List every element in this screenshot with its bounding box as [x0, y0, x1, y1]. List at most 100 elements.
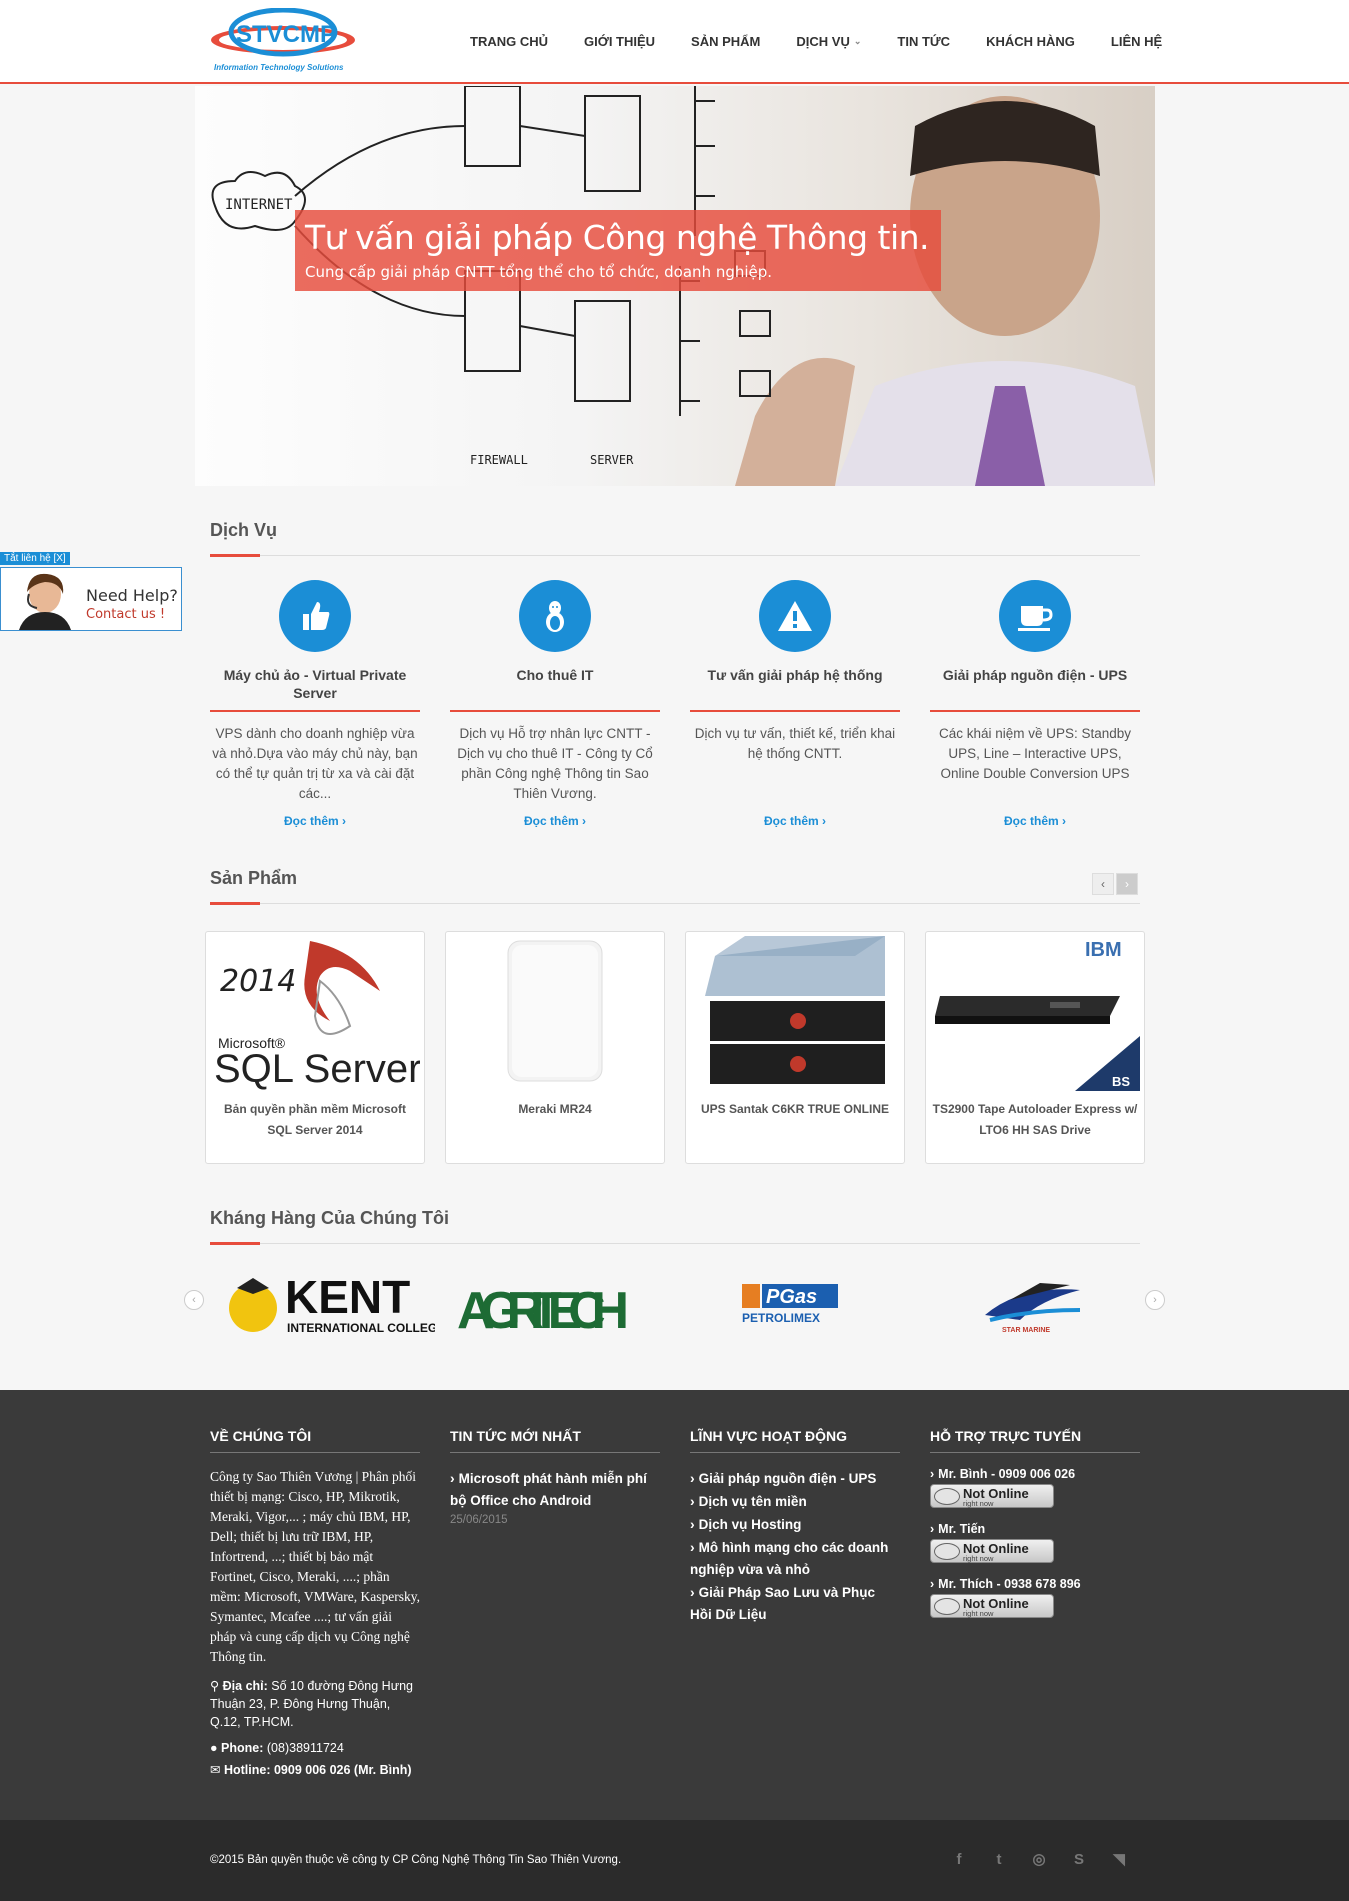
read-more-link[interactable]: Đọc thêm › [450, 814, 660, 828]
footer-fields-list: Giải pháp nguồn điện - UPS Dịch vụ tên m… [690, 1467, 900, 1626]
customer-logo-pgas[interactable]: PGas PETROLIMEX [740, 1280, 840, 1330]
customers-title: Kháng Hàng Của Chúng Tôi [210, 1208, 449, 1228]
customer-logo-kent[interactable]: KENT INTERNATIONAL COLLEGE [225, 1270, 445, 1338]
nav-services[interactable]: DỊCH VỤ ⌄ [778, 30, 879, 53]
nav-about[interactable]: GIỚI THIỆU [566, 30, 673, 53]
products-carousel-nav: ‹ › [1092, 873, 1138, 895]
chevron-left-icon[interactable]: ‹ [1092, 873, 1114, 895]
product-name[interactable]: TS2900 Tape Autoloader Express w/ LTO6 H… [926, 1091, 1144, 1141]
read-more-link[interactable]: Đọc thêm › [930, 814, 1140, 828]
customer-logo-agritech[interactable]: AGRITECH [455, 1270, 635, 1340]
support-status-button[interactable]: Not Online right now [930, 1484, 1054, 1508]
nav-news[interactable]: TIN TỨC [879, 30, 968, 53]
svg-text:INTERNATIONAL COLLEGE: INTERNATIONAL COLLEGE [287, 1321, 435, 1335]
svg-text:STVCMP: STVCMP [236, 21, 336, 48]
svg-text:2014: 2014 [220, 964, 296, 999]
news-date: 25/06/2015 [450, 1514, 508, 1526]
product-name[interactable]: UPS Santak C6KR TRUE ONLINE [686, 1091, 904, 1120]
svg-text:PGas: PGas [766, 1286, 817, 1308]
product-name[interactable]: Meraki MR24 [446, 1091, 664, 1120]
status-subtext: right now [963, 1609, 994, 1618]
news-link[interactable]: Microsoft phát hành miễn phí bộ Office c… [450, 1467, 660, 1512]
service-description: VPS dành cho doanh nghiệp vừa và nhỏ.Dựa… [212, 726, 418, 801]
hero-slider[interactable]: INTERNET FIREWALL SERVER Tư vấn giải phá… [195, 86, 1155, 486]
field-link[interactable]: Giải pháp nguồn điện - UPS [690, 1467, 900, 1490]
service-name[interactable]: Tư vấn giải pháp hệ thống [690, 666, 900, 704]
chevron-down-icon: ⌄ [853, 36, 862, 46]
support-status-button[interactable]: Not Online right now [930, 1539, 1054, 1563]
footer-fields-title: LĨNH VỰC HOẠT ĐỘNG [690, 1428, 900, 1453]
support-agent-icon [19, 573, 71, 630]
customer-logo-star-marine[interactable]: STAR MARINE [980, 1275, 1090, 1335]
products-title: Sản Phẩm [210, 868, 298, 888]
copyright-bar: ©2015 Bản quyền thuộc về công ty CP Công… [0, 1820, 1349, 1901]
need-help-banner[interactable]: Need Help? Contact us ! [0, 567, 182, 631]
support-status-button[interactable]: Not Online right now [930, 1594, 1054, 1618]
product-card[interactable]: UPS Santak C6KR TRUE ONLINE [685, 931, 905, 1164]
sketch-label-server: SERVER [590, 453, 634, 467]
twitter-icon[interactable]: t [990, 1850, 1008, 1868]
social-links: f t ◎ S ◥ [950, 1850, 1128, 1869]
field-link[interactable]: Giải Pháp Sao Lưu và Phục Hồi Dữ Liệu [690, 1581, 900, 1626]
coffee-icon[interactable] [999, 580, 1071, 652]
support-person: Mr. Tiến [930, 1522, 1140, 1536]
nav-customers[interactable]: KHÁCH HÀNG [968, 30, 1093, 53]
map-marker-icon: ⚲ [210, 1679, 220, 1693]
service-underline [450, 710, 660, 712]
status-subtext: right now [963, 1554, 994, 1563]
chevron-left-icon[interactable]: ‹ [184, 1290, 204, 1310]
footer-news-list: Microsoft phát hành miễn phí bộ Office c… [450, 1467, 660, 1512]
service-card: Máy chủ ảo - Virtual Private Server VPS … [210, 580, 420, 828]
service-name[interactable]: Giải pháp nguồn điện - UPS [930, 666, 1140, 704]
facebook-icon[interactable]: f [950, 1850, 968, 1868]
footer-address: ⚲ Địa chỉ: Số 10 đường Đông Hưng Thuận 2… [210, 1679, 413, 1729]
hero-caption: Tư vấn giải pháp Công nghệ Thông tin. Cu… [295, 210, 941, 291]
chevron-right-icon[interactable]: › [1116, 873, 1138, 895]
site-logo[interactable]: STVCMP Information Technology Solutions [208, 7, 360, 78]
product-card[interactable]: 2014 Microsoft® SQL Server Bản quyền phầ… [205, 931, 425, 1164]
footer-support-title: HỖ TRỢ TRỰC TUYẾN [930, 1428, 1140, 1453]
warning-icon[interactable] [759, 580, 831, 652]
contact-us-text: Contact us ! [86, 607, 166, 622]
services-divider [210, 554, 1140, 557]
service-name[interactable]: Cho thuê IT [450, 666, 660, 704]
field-link[interactable]: Dịch vụ Hosting [690, 1513, 900, 1536]
field-link[interactable]: Mô hình mạng cho các doanh nghiệp vừa và… [690, 1536, 900, 1581]
footer-about-text: Công ty Sao Thiên Vương | Phân phối thiế… [210, 1469, 420, 1664]
chevron-right-icon[interactable]: › [1145, 1290, 1165, 1310]
product-card[interactable]: Meraki MR24 [445, 931, 665, 1164]
svg-text:BS: BS [1112, 1074, 1130, 1089]
support-person: Mr. Thích - 0938 678 896 [930, 1577, 1140, 1591]
nav-home[interactable]: TRANG CHỦ [452, 30, 566, 53]
status-subtext: right now [963, 1499, 994, 1508]
svg-text:AGRITECH: AGRITECH [457, 1282, 629, 1338]
close-contact-button[interactable]: Tắt liên hệ [X] [0, 552, 70, 565]
hero-subtitle: Cung cấp giải pháp CNTT tổng thể cho tổ … [305, 263, 773, 281]
read-more-link[interactable]: Đọc thêm › [690, 814, 900, 828]
svg-text:STAR MARINE: STAR MARINE [1002, 1327, 1050, 1334]
field-link[interactable]: Dịch vụ tên miền [690, 1490, 900, 1513]
skype-icon[interactable]: S [1070, 1850, 1088, 1868]
svg-text:PETROLIMEX: PETROLIMEX [742, 1311, 820, 1325]
footer-hotline: ✉ Hotline: 0909 006 026 (Mr. Bình) [210, 1763, 412, 1777]
footer-news-title: TIN TỨC MỚI NHẤT [450, 1428, 660, 1453]
thumbs-up-icon[interactable] [279, 580, 351, 652]
hero-title: Tư vấn giải pháp Công nghệ Thông tin. [305, 218, 930, 257]
svg-text:SQL Server: SQL Server [214, 1047, 420, 1091]
service-name[interactable]: Máy chủ ảo - Virtual Private Server [210, 666, 420, 704]
footer-about: VỀ CHÚNG TÔI Công ty Sao Thiên Vương | P… [210, 1428, 420, 1779]
product-name[interactable]: Bản quyền phần mềm Microsoft SQL Server … [206, 1091, 424, 1141]
service-underline [210, 710, 420, 712]
dribbble-icon[interactable]: ◎ [1030, 1850, 1048, 1868]
products-list: 2014 Microsoft® SQL Server Bản quyền phầ… [205, 931, 1145, 1164]
product-image-sql-server: 2014 Microsoft® SQL Server [210, 936, 420, 1091]
read-more-link[interactable]: Đọc thêm › [210, 814, 420, 828]
linux-icon[interactable] [519, 580, 591, 652]
product-card[interactable]: IBM BS TS2900 Tape Autoloader Express w/… [925, 931, 1145, 1164]
nav-contact[interactable]: LIÊN HỆ [1093, 30, 1180, 53]
user-icon: ● [210, 1741, 218, 1755]
service-underline [930, 710, 1140, 712]
rss-icon[interactable]: ◥ [1110, 1850, 1128, 1868]
svg-text:KENT: KENT [285, 1271, 410, 1323]
nav-products[interactable]: SẢN PHẨM [673, 30, 778, 53]
